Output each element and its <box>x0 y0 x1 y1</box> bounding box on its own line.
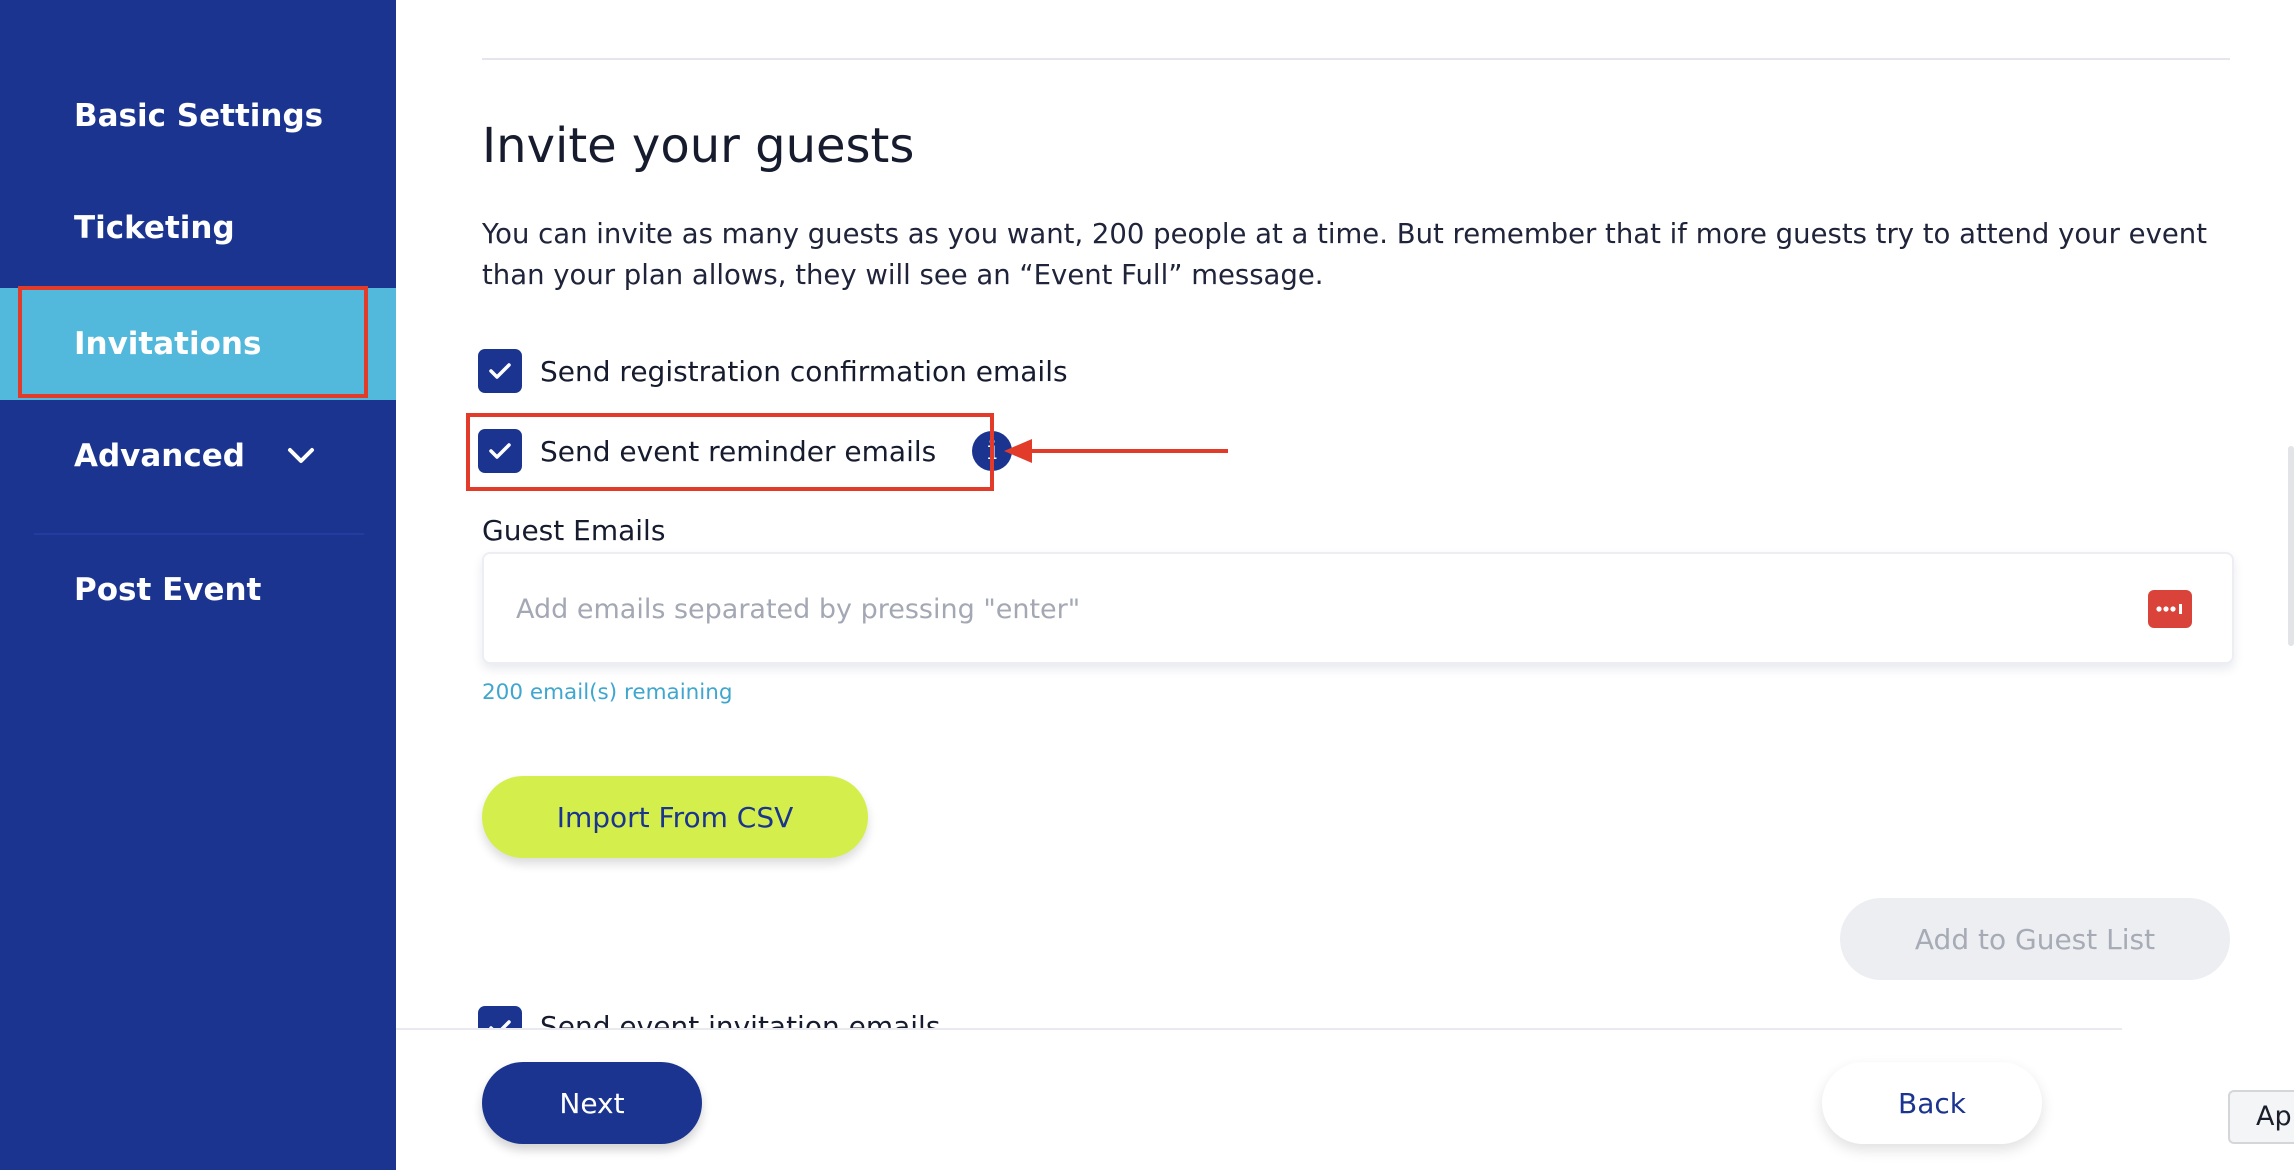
sidebar-item-invitations[interactable]: Invitations <box>0 288 396 400</box>
event-reminder-option[interactable]: Send event reminder emails i <box>478 429 1013 473</box>
footer-divider <box>396 1028 2122 1030</box>
registration-confirmation-checkbox[interactable] <box>478 349 522 393</box>
sidebar-item-advanced[interactable]: Advanced <box>0 400 396 512</box>
scrollbar-thumb[interactable] <box>2288 446 2294 646</box>
sidebar-item-basic-settings[interactable]: Basic Settings <box>0 60 396 172</box>
sidebar-item-label: Post Event <box>74 572 262 608</box>
event-reminder-checkbox[interactable] <box>478 429 522 473</box>
next-button[interactable]: Next <box>482 1062 702 1144</box>
chevron-down-icon[interactable] <box>284 444 318 468</box>
add-to-guest-list-button[interactable]: Add to Guest List <box>1840 898 2230 980</box>
sidebar-item-label: Advanced <box>74 438 245 474</box>
guest-emails-field[interactable] <box>482 552 2234 664</box>
sidebar-item-label: Invitations <box>74 326 262 362</box>
registration-confirmation-option[interactable]: Send registration confirmation emails <box>478 349 1068 393</box>
event-invitation-option[interactable]: Send event invitation emails <box>478 1006 2078 1028</box>
registration-confirmation-label: Send registration confirmation emails <box>540 354 1068 388</box>
section-divider <box>482 58 2230 60</box>
event-invitation-label: Send event invitation emails <box>540 1010 941 1028</box>
emails-remaining-count: 200 email(s) remaining <box>482 680 733 705</box>
dots-glyph <box>2156 604 2182 614</box>
checkmark-icon <box>489 363 511 379</box>
page-title: Invite your guests <box>482 118 915 174</box>
guest-emails-input[interactable] <box>514 582 2118 636</box>
checkmark-icon <box>489 443 511 459</box>
sidebar-item-label: Ticketing <box>74 210 235 246</box>
import-csv-button[interactable]: Import From CSV <box>482 776 868 858</box>
event-invitation-checkbox[interactable] <box>478 1006 522 1028</box>
page-description: You can invite as many guests as you wan… <box>482 218 2207 291</box>
event-reminder-label: Send event reminder emails <box>540 434 937 468</box>
sidebar-item-ticketing[interactable]: Ticketing <box>0 172 396 284</box>
app-edge-tab[interactable]: App <box>2228 1090 2294 1144</box>
sidebar-item-post-event[interactable]: Post Event <box>0 534 396 646</box>
guest-emails-label: Guest Emails <box>482 514 666 547</box>
annotation-arrow-icon <box>1004 439 1228 463</box>
checkmark-icon <box>489 1020 511 1028</box>
sidebar: Basic Settings Ticketing Invitations Adv… <box>0 0 396 1170</box>
back-button[interactable]: Back <box>1822 1062 2042 1144</box>
sidebar-item-label: Basic Settings <box>74 98 324 134</box>
password-manager-icon[interactable] <box>2148 590 2192 628</box>
